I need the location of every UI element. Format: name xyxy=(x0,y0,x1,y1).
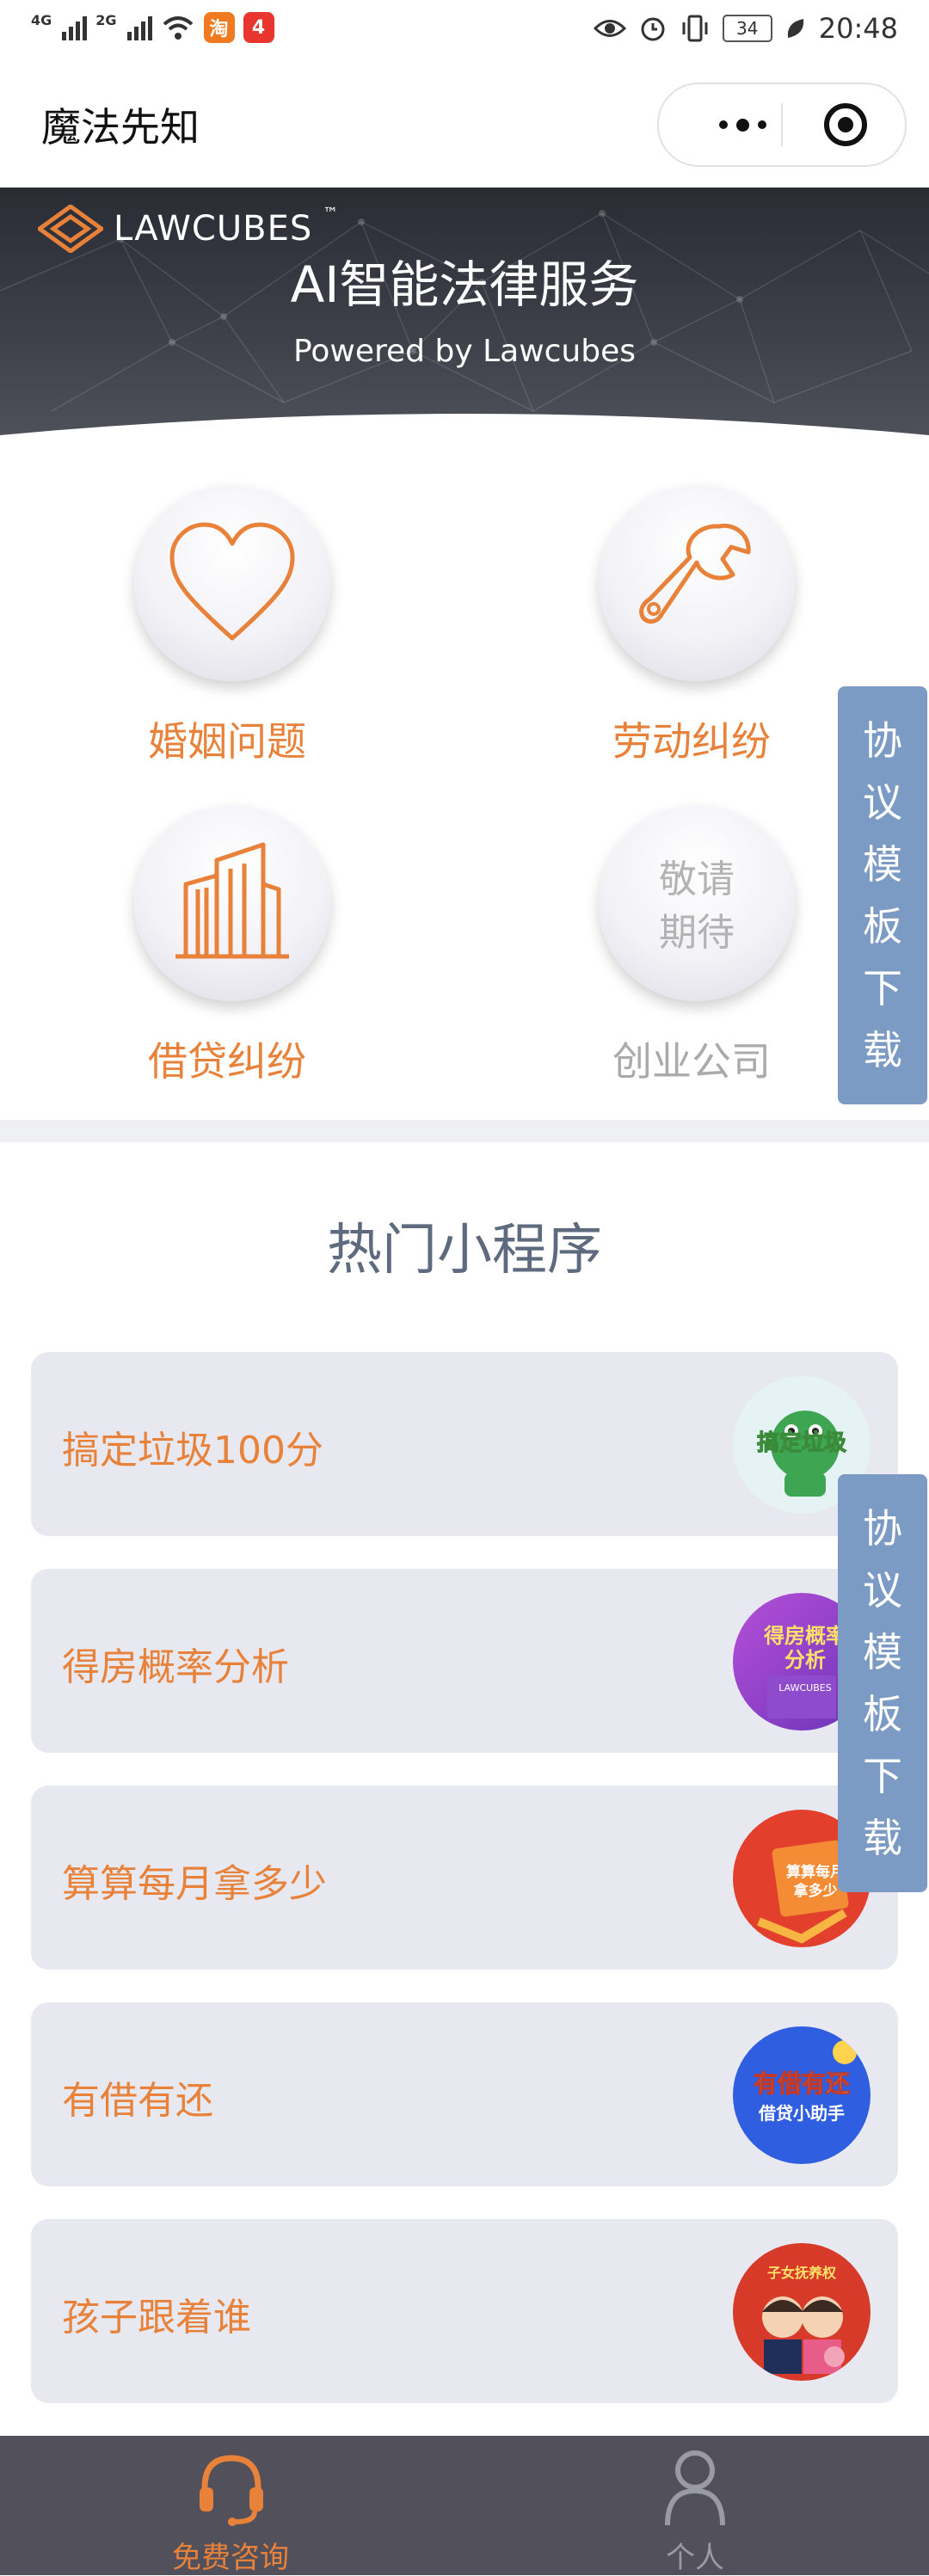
miniprogram-name: 有借有还 xyxy=(62,2079,213,2123)
status-bar: 4G 2G 淘 4 34 20:48 xyxy=(0,0,929,62)
category-icon-circle xyxy=(134,485,330,681)
category-label: 婚姻问题 xyxy=(148,718,306,765)
signal-icon xyxy=(126,15,152,40)
category-label: 借贷纠纷 xyxy=(148,1038,306,1085)
miniprogram-name: 算算每月拿多少 xyxy=(62,1862,327,1906)
template-download-char: 板 xyxy=(863,1691,902,1737)
coming-soon-line-1: 敬请 xyxy=(659,858,735,901)
garbage-thumbnail-text: 搞定垃圾 xyxy=(757,1429,847,1456)
miniprogram-name: 搞定垃圾100分 xyxy=(62,1429,323,1472)
child-custody-thumbnail: 子女抚养权 xyxy=(733,2243,871,2381)
logo-wordmark: LAWCUBES xyxy=(114,209,313,249)
coming-soon-text: 敬请 期待 xyxy=(599,853,795,960)
nav-bar: 魔法先知 xyxy=(0,62,929,188)
template-download-button[interactable]: 协 议 模 板 下 载 xyxy=(838,1474,927,1892)
miniprogram-card[interactable]: 得房概率分析 得房概率 分析 LAWCUBES xyxy=(31,1569,898,1753)
custody-thumbnail-text: 子女抚养权 xyxy=(767,2265,837,2281)
category-icon-circle xyxy=(599,485,795,681)
trademark-symbol: ™ xyxy=(323,205,339,223)
miniprogram-card[interactable]: 有借有还 有借有还 借贷小助手 xyxy=(31,2002,898,2186)
template-download-char: 协 xyxy=(863,1505,902,1552)
banner-subtitle: Powered by Lawcubes xyxy=(292,334,637,369)
template-download-char: 议 xyxy=(863,779,902,826)
income-thumbnail-text: 算算每月 xyxy=(785,1863,845,1881)
hero-banner: LAWCUBES ™ AI智能法律服务 Powered by Lawcubes xyxy=(0,188,929,463)
vibrate-icon xyxy=(682,15,708,42)
category-icon-circle xyxy=(134,805,330,1001)
housing-thumbnail-text: 得房概率 xyxy=(763,1624,846,1648)
heart-icon xyxy=(169,522,295,641)
miniprogram-name: 孩子跟着谁 xyxy=(62,2296,251,2339)
wifi-icon xyxy=(163,16,193,40)
clock-time: 20:48 xyxy=(818,12,898,45)
housing-thumbnail-brand: LAWCUBES xyxy=(778,1682,831,1694)
income-thumbnail-text-2: 拿多少 xyxy=(793,1882,838,1900)
category-label: 创业公司 xyxy=(612,1038,771,1085)
tab-profile[interactable]: 个人 xyxy=(566,2444,824,2575)
template-download-char: 议 xyxy=(863,1567,902,1614)
template-download-char: 板 xyxy=(863,903,902,950)
headset-icon xyxy=(200,2455,263,2526)
tab-label: 个人 xyxy=(666,2541,724,2575)
mini-program-capsule xyxy=(657,83,907,167)
app-notification-icon: 4 xyxy=(243,12,274,43)
tab-bar: 免费咨询 个人 xyxy=(0,2436,929,2575)
more-options-button[interactable] xyxy=(704,84,781,165)
template-download-char: 下 xyxy=(863,1753,902,1799)
network-type-4g: 4G xyxy=(31,12,52,28)
loan-thumbnail-text-2: 借贷小助手 xyxy=(758,2103,845,2124)
template-download-char: 协 xyxy=(863,717,902,764)
eye-icon xyxy=(593,20,626,37)
banner-curve xyxy=(0,414,929,463)
category-label: 劳动纠纷 xyxy=(612,718,771,765)
page-title: 魔法先知 xyxy=(41,104,200,151)
loan-thumbnail-text: 有借有还 xyxy=(754,2069,851,2098)
miniprogram-name: 得房概率分析 xyxy=(62,1645,289,1689)
section-divider xyxy=(0,1120,929,1142)
template-download-char: 下 xyxy=(863,965,902,1011)
close-mini-program-icon[interactable] xyxy=(822,101,869,148)
battery-indicator: 34 xyxy=(722,15,772,42)
template-download-char: 载 xyxy=(863,1027,902,1073)
user-icon xyxy=(665,2450,725,2526)
template-download-button[interactable]: 协 议 模 板 下 载 xyxy=(838,686,927,1104)
loan-helper-thumbnail: 有借有还 借贷小助手 xyxy=(733,2026,871,2164)
building-icon xyxy=(175,842,289,959)
miniprogram-card[interactable]: 孩子跟着谁 子女抚养权 xyxy=(31,2219,898,2403)
template-download-char: 模 xyxy=(863,1629,902,1675)
hot-miniprograms-title: 热门小程序 xyxy=(327,1219,602,1282)
taobao-notification-icon: 淘 xyxy=(203,12,235,43)
coming-soon-line-2: 期待 xyxy=(659,911,735,955)
template-download-char: 模 xyxy=(863,841,902,888)
miniprogram-card[interactable]: 搞定垃圾100分 搞定垃圾 xyxy=(31,1352,898,1536)
template-download-char: 载 xyxy=(863,1815,902,1861)
tab-free-consult[interactable]: 免费咨询 xyxy=(102,2444,360,2575)
housing-thumbnail-text-2: 分析 xyxy=(784,1648,826,1672)
leaf-icon xyxy=(787,19,803,38)
category-icon-circle: 敬请 期待 xyxy=(599,805,795,1001)
wrench-icon xyxy=(639,523,751,624)
capsule-divider xyxy=(781,103,783,146)
alarm-icon xyxy=(641,17,665,41)
tab-label: 免费咨询 xyxy=(172,2541,289,2575)
signal-icon xyxy=(62,15,88,40)
miniprogram-card[interactable]: 算算每月拿多少 算算每月 拿多少 xyxy=(31,1786,898,1970)
banner-title: AI智能法律服务 xyxy=(290,255,639,314)
network-type-2g: 2G xyxy=(95,12,117,28)
